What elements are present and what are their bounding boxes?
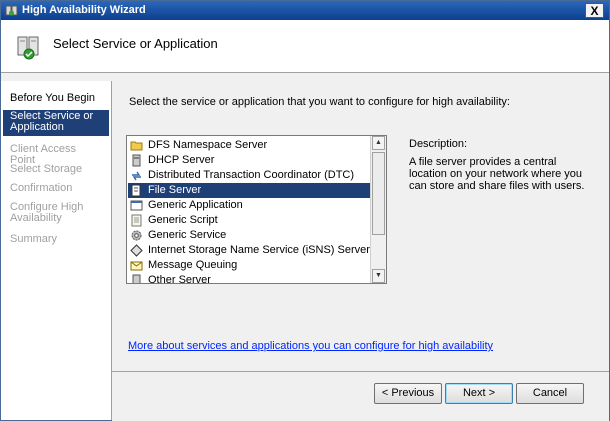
step-select-service[interactable]: Select Service or Application [3, 110, 109, 136]
list-item[interactable]: Distributed Transaction Coordinator (DTC… [128, 168, 376, 183]
script-icon [131, 214, 142, 227]
list-item-label: Internet Storage Name Service (iSNS) Ser… [148, 244, 370, 256]
step-configure-high-availability: Configure High Availability [10, 201, 84, 224]
page-title: Select Service or Application [53, 36, 218, 51]
scroll-thumb[interactable] [372, 152, 385, 235]
wizard-window: High Availability Wizard X Select Servic… [0, 0, 610, 421]
list-item-label: Message Queuing [148, 259, 238, 271]
server-icon [132, 274, 141, 283]
file-server-icon [131, 184, 141, 197]
list-item-label: DHCP Server [148, 154, 215, 166]
list-item[interactable]: Message Queuing [128, 258, 376, 273]
list-item[interactable]: Other Server [128, 273, 376, 284]
steps-nav: Before You Begin Select Service or Appli… [1, 81, 112, 420]
list-item[interactable]: DFS Namespace Server [128, 138, 376, 153]
list-item-label: Generic Application [148, 199, 243, 211]
scroll-down-icon[interactable]: ▼ [372, 269, 385, 283]
cluster-app-icon [5, 5, 18, 16]
isns-icon [130, 244, 143, 257]
list-item-label: Generic Service [148, 229, 227, 241]
more-info-link[interactable]: More about services and applications you… [128, 340, 493, 352]
step-confirmation: Confirmation [10, 182, 73, 194]
list-item-label: DFS Namespace Server [148, 139, 268, 151]
dhcp-server-icon [132, 154, 141, 167]
step-select-storage: Select Storage [10, 163, 83, 175]
list-item[interactable]: Generic Service [128, 228, 376, 243]
list-item-label: Other Server [148, 274, 211, 284]
window-title: High Availability Wizard [22, 4, 146, 16]
wizard-footer: < Previous Next > Cancel [112, 371, 609, 421]
folder-icon [130, 141, 143, 151]
instruction-text: Select the service or application that y… [129, 96, 510, 108]
title-bar[interactable]: High Availability Wizard X [1, 1, 609, 20]
close-button[interactable]: X [585, 3, 604, 18]
message-queuing-icon [130, 261, 143, 271]
list-item[interactable]: Generic Script [128, 213, 376, 228]
cluster-wizard-icon [17, 36, 39, 60]
main-content: Select the service or application that y… [112, 81, 609, 371]
next-button[interactable]: Next > [445, 383, 513, 404]
list-item[interactable]: Internet Storage Name Service (iSNS) Ser… [128, 243, 376, 258]
step-summary: Summary [10, 233, 58, 245]
listbox-scrollbar[interactable]: ▲ ▼ [370, 136, 386, 283]
dtc-icon [132, 171, 141, 181]
service-listbox[interactable]: DFS Namespace Server DHCP Server Distrib… [126, 135, 387, 284]
list-item-label: File Server [148, 184, 202, 196]
step-before-you-begin[interactable]: Before You Begin [3, 92, 109, 105]
list-item-label: Distributed Transaction Coordinator (DTC… [148, 169, 355, 181]
gear-icon [131, 230, 142, 241]
list-item[interactable]: Generic Application [128, 198, 376, 213]
list-item-label: Generic Script [148, 214, 218, 226]
previous-button[interactable]: < Previous [374, 383, 442, 404]
list-item[interactable]: DHCP Server [128, 153, 376, 168]
application-icon [130, 200, 143, 211]
description-text: A file server provides a central locatio… [409, 156, 585, 192]
description-label: Description: [409, 138, 468, 150]
cancel-button[interactable]: Cancel [516, 383, 584, 404]
wizard-header: Select Service or Application [1, 20, 609, 73]
list-item-selected[interactable]: File Server [128, 183, 376, 198]
scroll-up-icon[interactable]: ▲ [372, 136, 385, 150]
